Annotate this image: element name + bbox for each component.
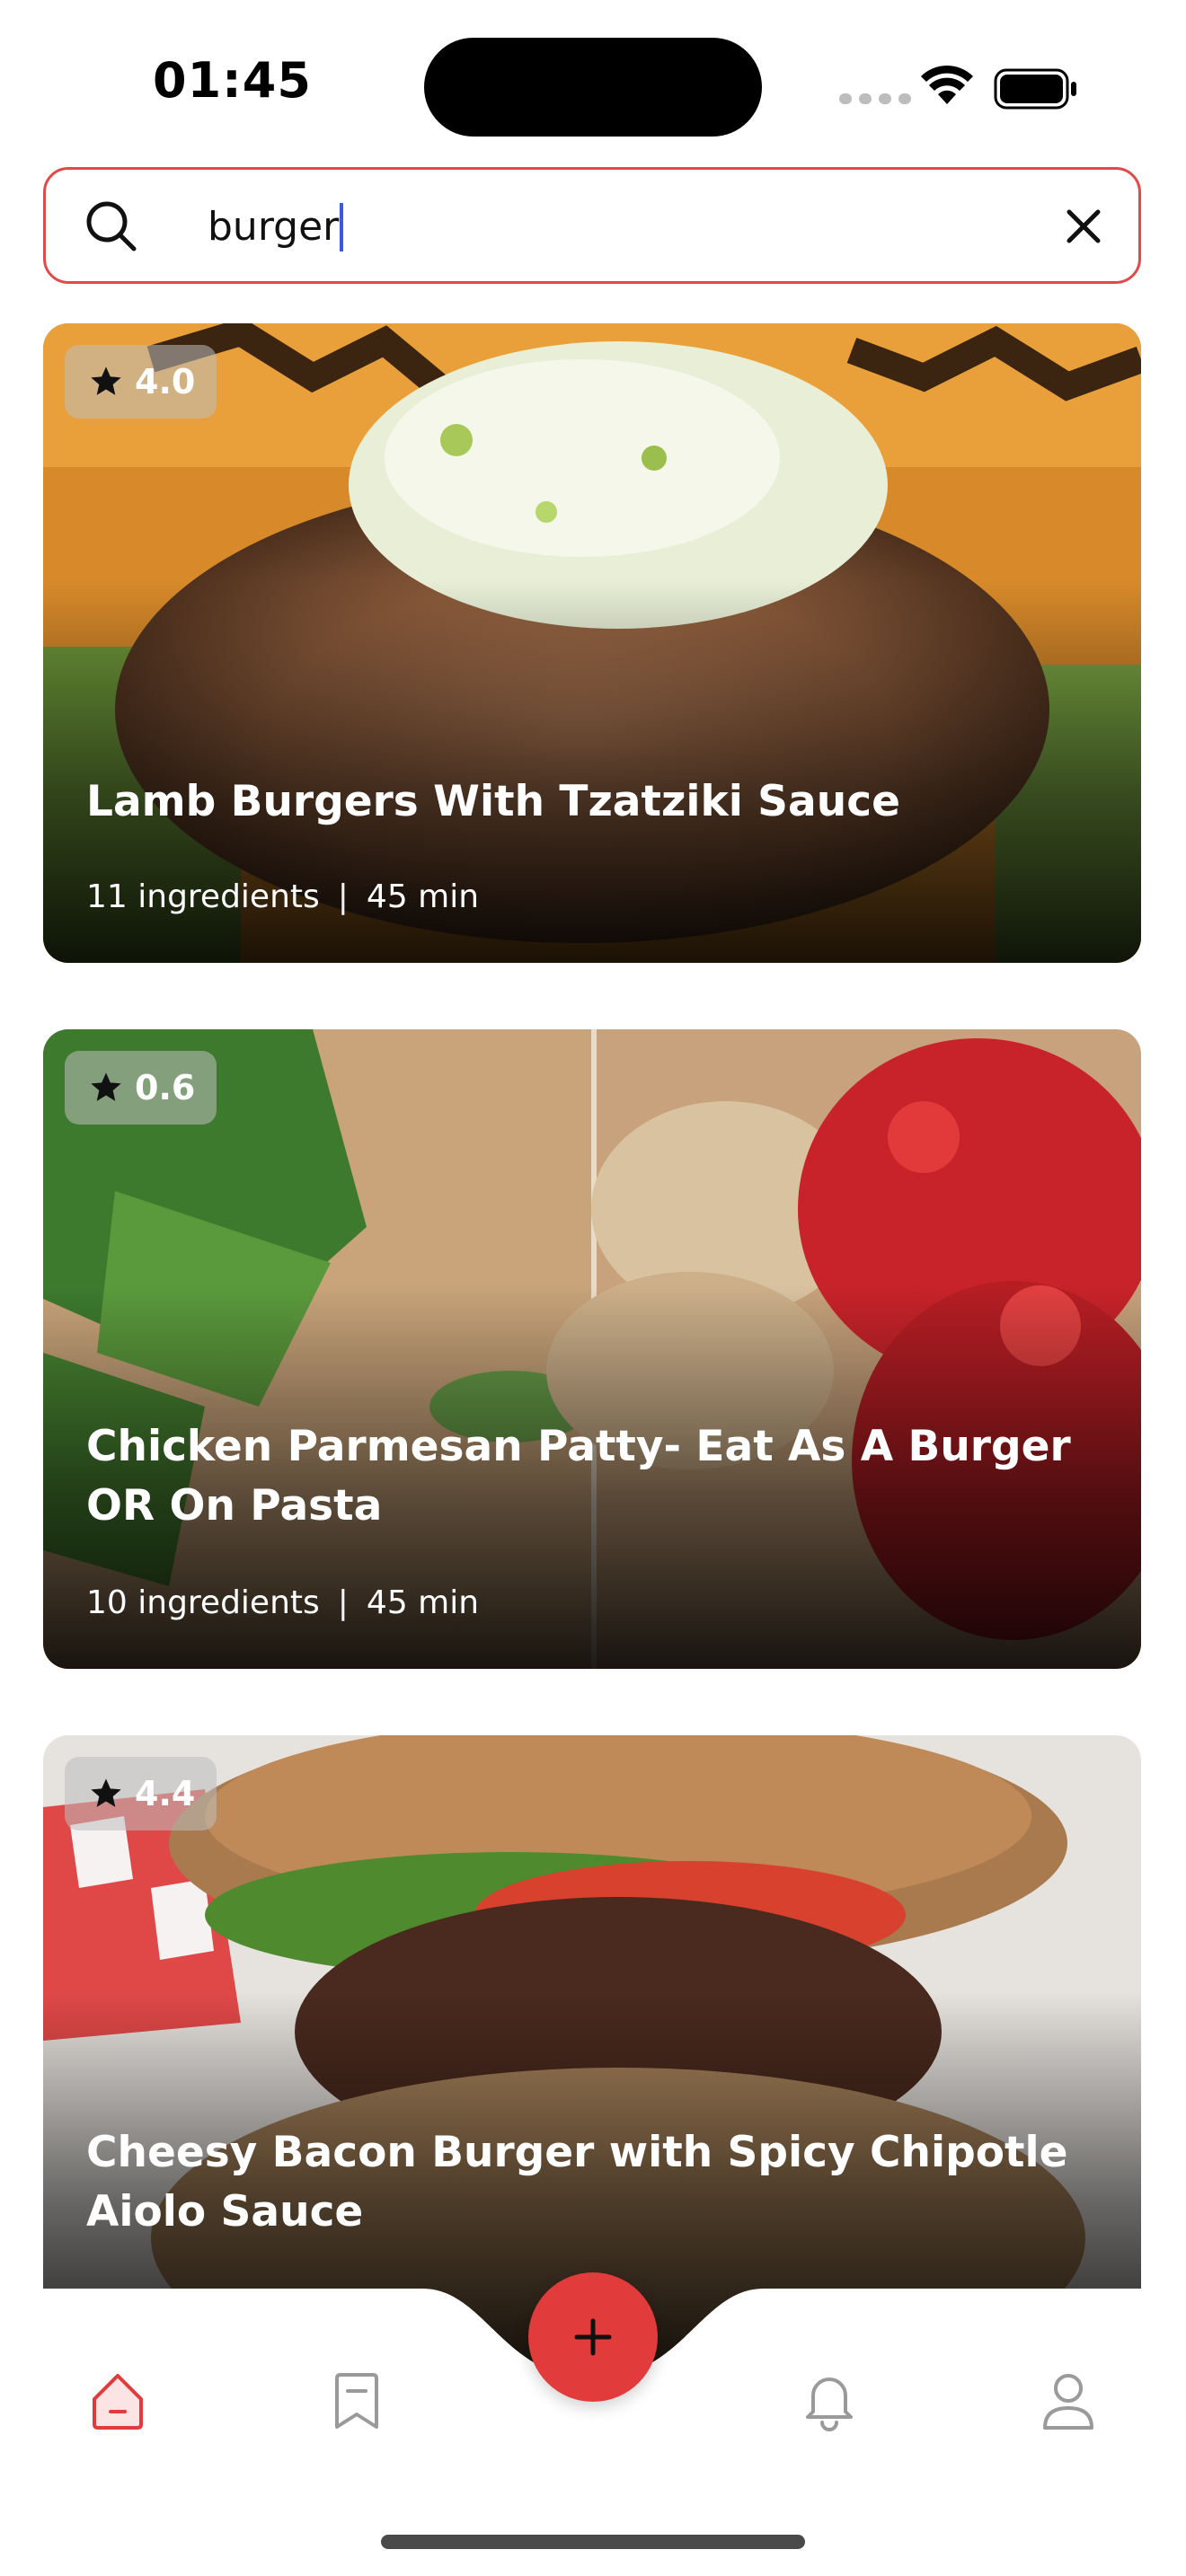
- search-bar[interactable]: burger: [43, 167, 1141, 284]
- home-indicator: [381, 2535, 805, 2549]
- nav-saved[interactable]: [316, 2360, 397, 2441]
- rating-badge: 0.6: [65, 1051, 217, 1125]
- ingredient-count: 11 ingredients: [86, 878, 320, 915]
- battery-icon: [994, 68, 1076, 110]
- nav-profile[interactable]: [1028, 2360, 1109, 2441]
- status-bar: 01:45: [0, 0, 1186, 162]
- nav-notifications[interactable]: [789, 2360, 870, 2441]
- rating-badge: 4.4: [65, 1757, 217, 1831]
- clear-search-button[interactable]: [1052, 195, 1115, 258]
- search-icon: [86, 201, 137, 251]
- cook-time: 45 min: [366, 878, 480, 915]
- rating-badge: 4.0: [65, 345, 217, 419]
- recipe-title: Chicken Parmesan Patty- Eat As A Burger …: [86, 1422, 1071, 1531]
- recipe-card[interactable]: 4.0 Lamb Burgers With Tzatziki Sauce 11 …: [43, 323, 1141, 963]
- close-icon: [1067, 209, 1101, 243]
- recipe-card[interactable]: 0.6 Chicken Parmesan Patty- Eat As A Bur…: [43, 1029, 1141, 1669]
- star-icon: [91, 1072, 121, 1101]
- profile-icon: [1043, 2374, 1093, 2430]
- rating-value: 0.6: [135, 1068, 196, 1107]
- meta-separator: |: [337, 878, 349, 915]
- bell-icon: [806, 2378, 853, 2431]
- star-icon: [91, 366, 121, 395]
- text-caret: [340, 203, 344, 251]
- cellular-signal-icon: [839, 93, 911, 104]
- rating-value: 4.0: [135, 362, 196, 401]
- star-icon: [91, 1778, 121, 1807]
- ingredient-count: 10 ingredients: [86, 1584, 320, 1621]
- recipe-meta: 11 ingredients | 45 min: [86, 878, 479, 915]
- home-icon: [93, 2374, 143, 2430]
- meta-separator: |: [337, 1584, 349, 1621]
- recipe-meta: 10 ingredients | 45 min: [86, 1584, 479, 1621]
- add-recipe-button[interactable]: [528, 2272, 658, 2402]
- plus-icon: [574, 2318, 612, 2356]
- bottom-navigation: [0, 2272, 1186, 2576]
- recipe-title: Lamb Burgers With Tzatziki Sauce: [86, 777, 900, 826]
- status-time: 01:45: [153, 52, 312, 109]
- wifi-icon: [921, 65, 973, 104]
- search-input[interactable]: burger: [163, 193, 971, 261]
- cook-time: 45 min: [366, 1584, 480, 1621]
- bookmark-icon: [335, 2373, 378, 2429]
- rating-value: 4.4: [135, 1774, 196, 1813]
- search-query: burger: [208, 204, 340, 250]
- recipe-title: Cheesy Bacon Burger with Spicy Chipotle …: [86, 2128, 1068, 2236]
- dynamic-island: [424, 38, 762, 137]
- nav-home[interactable]: [77, 2360, 158, 2441]
